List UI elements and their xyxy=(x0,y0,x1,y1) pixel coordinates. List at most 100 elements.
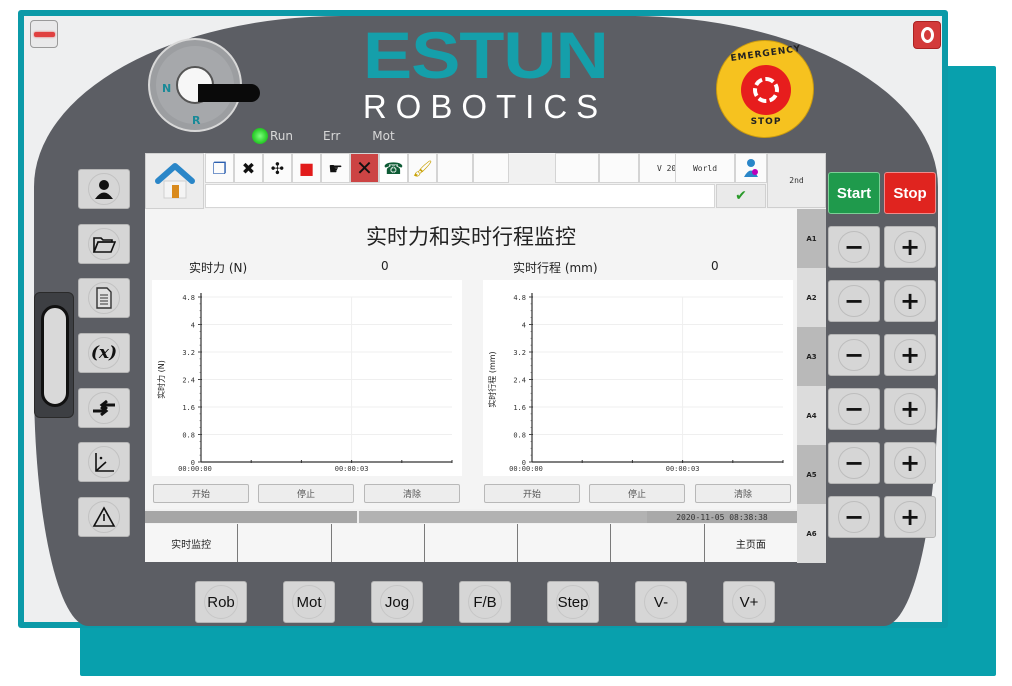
variable-icon: (x) xyxy=(88,337,120,369)
key-f-b[interactable]: F/B xyxy=(459,581,511,623)
stroke-clear-button[interactable]: 清除 xyxy=(695,484,791,503)
home-button[interactable] xyxy=(145,153,204,209)
stroke-start-button[interactable]: 开始 xyxy=(484,484,580,503)
enable-switch[interactable] xyxy=(34,292,74,418)
key-label: F/B xyxy=(468,585,502,619)
monitor-panel: 实时力和实时行程监控 实时力 (N) 0 实时行程 (mm) 0 0 0.8 1.6… xyxy=(145,209,797,509)
force-stop-button[interactable]: 停止 xyxy=(258,484,354,503)
stroke-chart: 0 0.8 1.6 2.4 3.2 4 4.8 00:00:00 00:00:03 实时行程 (m… xyxy=(483,280,793,476)
softkey-3[interactable] xyxy=(331,524,425,562)
key-label: Rob xyxy=(204,585,238,619)
toolbar-button-teach[interactable]: ☎ xyxy=(379,153,408,183)
toolbar-button-disabled[interactable]: ✕ xyxy=(350,153,379,183)
jog-a1-plus-button[interactable]: + xyxy=(884,226,936,268)
jog-a3-minus-button[interactable]: − xyxy=(828,334,880,376)
y-tick-label: 3.2 xyxy=(182,349,195,357)
softkey-main-page[interactable]: 主页面 xyxy=(704,524,797,562)
folder-icon xyxy=(88,228,120,260)
coordinate-key[interactable] xyxy=(78,442,130,482)
brand-subtitle: ROBOTICS xyxy=(362,88,608,125)
mode-key-switch[interactable]: N R xyxy=(148,38,260,132)
jog-a2-plus-button[interactable]: + xyxy=(884,280,936,322)
key-vplus[interactable]: V+ xyxy=(723,581,775,623)
minimize-button[interactable] xyxy=(30,20,58,48)
softkey-bar: 实时监控 主页面 xyxy=(145,524,797,562)
stop-button[interactable]: Stop xyxy=(884,172,936,214)
jog-a2-minus-button[interactable]: − xyxy=(828,280,880,322)
x-tick-label: 00:00:03 xyxy=(335,465,369,473)
key-rob[interactable]: Rob xyxy=(195,581,247,623)
jog-a6-minus-button[interactable]: − xyxy=(828,496,880,538)
toolbar-empty-cell xyxy=(437,153,473,183)
key-label: V+ xyxy=(732,585,766,619)
command-input[interactable] xyxy=(205,184,715,208)
key-handle[interactable] xyxy=(198,84,260,102)
force-label: 实时力 (N) xyxy=(189,261,248,275)
force-start-button[interactable]: 开始 xyxy=(153,484,249,503)
minus-icon: − xyxy=(838,339,870,371)
toolbar-button-windows[interactable]: ❐ xyxy=(205,153,234,183)
user-key[interactable] xyxy=(78,169,130,209)
jog-a3-plus-button[interactable]: + xyxy=(884,334,936,376)
stroke-stop-button[interactable]: 停止 xyxy=(589,484,685,503)
minus-icon: − xyxy=(838,231,870,263)
toolbar-button-stop-square[interactable]: ■ xyxy=(292,153,321,183)
jog-a5-plus-button[interactable]: + xyxy=(884,442,936,484)
plus-icon: + xyxy=(894,501,926,533)
minus-icon: − xyxy=(838,285,870,317)
jog-a1-minus-button[interactable]: − xyxy=(828,226,880,268)
program-key[interactable] xyxy=(78,278,130,318)
toolbar-button-cancel[interactable]: ✖ xyxy=(234,153,263,183)
y-tick-label: 0.8 xyxy=(513,432,526,440)
folder-key[interactable] xyxy=(78,224,130,264)
axis-labels: A1 A2 A3 A4 A5 A6 xyxy=(797,209,826,563)
key-label: Step xyxy=(556,585,590,619)
key-jog[interactable]: Jog xyxy=(371,581,423,623)
status-datetime: 2020-11-05 08:38:38 xyxy=(676,512,768,522)
alarm-key[interactable] xyxy=(78,497,130,537)
power-button[interactable] xyxy=(913,21,941,49)
brand-name: ESTUN xyxy=(362,18,609,92)
jog-a6-plus-button[interactable]: + xyxy=(884,496,936,538)
robot-user-button[interactable] xyxy=(735,153,767,183)
softkey-realtime-monitor[interactable]: 实时监控 xyxy=(145,524,239,562)
toolbar-button-tool[interactable]: 🖌 xyxy=(408,153,437,183)
y-tick-label: 4 xyxy=(522,322,526,330)
hmi-screen: V 20% nullTool ✔ 实时力和实时行程监控 实时力 (N) 0 实时… xyxy=(145,153,826,563)
y-tick-label: 1.6 xyxy=(513,404,526,412)
force-chart: 0 0.8 1.6 2.4 3.2 4 4.8 00:00:00 00:00:03 实时力 (N) xyxy=(152,280,462,476)
jog-a5-minus-button[interactable]: − xyxy=(828,442,880,484)
minus-icon: − xyxy=(838,447,870,479)
y-tick-label: 3.2 xyxy=(513,349,526,357)
toolbar-empty-cell xyxy=(599,153,639,183)
status-segment xyxy=(145,511,357,523)
coord-indicator[interactable]: World xyxy=(675,153,735,183)
io-key[interactable] xyxy=(78,388,130,428)
key-label: V- xyxy=(644,585,678,619)
jog-a4-minus-button[interactable]: − xyxy=(828,388,880,430)
softkey-5[interactable] xyxy=(518,524,612,562)
toolbar-button-refresh[interactable]: ✣ xyxy=(263,153,292,183)
x-tick-label: 00:00:00 xyxy=(509,465,543,473)
key-mot[interactable]: Mot xyxy=(283,581,335,623)
led-run-label: Run xyxy=(270,129,294,143)
key-step[interactable]: Step xyxy=(547,581,599,623)
jog-a4-plus-button[interactable]: + xyxy=(884,388,936,430)
emergency-stop-button[interactable]: EMERGENCY STOP xyxy=(716,40,814,138)
teach-pendant: N R Run Err Mot ESTUN ROBOTICS EMERGENCY… xyxy=(0,0,1012,686)
variable-key[interactable]: (x) xyxy=(78,333,130,373)
key-vminus[interactable]: V- xyxy=(635,581,687,623)
softkey-6[interactable] xyxy=(611,524,705,562)
softkey-4[interactable] xyxy=(424,524,519,562)
toolbar-button-gripper[interactable]: ☛ xyxy=(321,153,350,183)
estop-rotate-icon xyxy=(753,77,779,103)
led-mot-label: Mot xyxy=(372,129,395,143)
start-button[interactable]: Start xyxy=(828,172,880,214)
softkey-2[interactable] xyxy=(238,524,332,562)
confirm-button-2[interactable]: ✔ xyxy=(716,184,766,208)
second-function-button[interactable]: 2nd xyxy=(767,153,826,208)
led-run-indicator xyxy=(252,128,268,144)
force-clear-button[interactable]: 清除 xyxy=(364,484,460,503)
enable-switch-thumb[interactable] xyxy=(41,305,69,407)
toolbar-empty-cell xyxy=(473,153,509,183)
